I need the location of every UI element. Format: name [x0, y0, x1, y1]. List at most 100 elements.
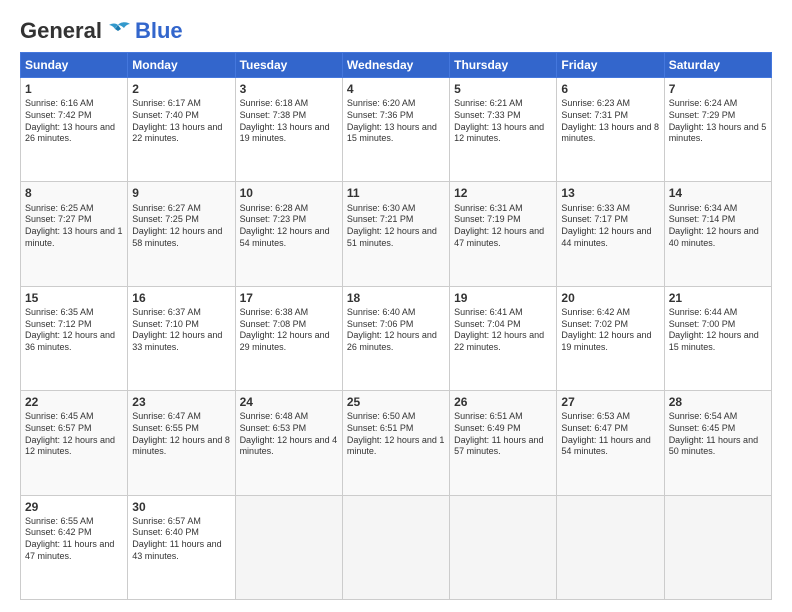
day-info: Sunrise: 6:53 AMSunset: 6:47 PMDaylight:… — [561, 411, 659, 458]
table-cell: 4Sunrise: 6:20 AMSunset: 7:36 PMDaylight… — [342, 78, 449, 182]
table-cell: 19Sunrise: 6:41 AMSunset: 7:04 PMDayligh… — [450, 286, 557, 390]
day-info: Sunrise: 6:18 AMSunset: 7:38 PMDaylight:… — [240, 98, 338, 145]
day-info: Sunrise: 6:55 AMSunset: 6:42 PMDaylight:… — [25, 516, 123, 563]
table-cell: 13 Sunrise: 6:33 AMSunset: 7:17 PMDayligh… — [557, 182, 664, 286]
header-friday: Friday — [557, 53, 664, 78]
day-number: 2 — [132, 81, 230, 97]
logo-text: General — [20, 18, 132, 44]
day-number: 15 — [25, 290, 123, 306]
table-cell: 25Sunrise: 6:50 AMSunset: 6:51 PMDayligh… — [342, 391, 449, 495]
day-number: 12 — [454, 185, 552, 201]
day-number: 28 — [669, 394, 767, 410]
day-number: 11 — [347, 185, 445, 201]
table-cell — [235, 495, 342, 599]
day-number: 16 — [132, 290, 230, 306]
day-info: Sunrise: 6:35 AMSunset: 7:12 PMDaylight:… — [25, 307, 123, 354]
day-info: Sunrise: 6:37 AMSunset: 7:10 PMDaylight:… — [132, 307, 230, 354]
day-info: Sunrise: 6:21 AMSunset: 7:33 PMDaylight:… — [454, 98, 552, 145]
day-number: 14 — [669, 185, 767, 201]
table-cell: 22Sunrise: 6:45 AMSunset: 6:57 PMDayligh… — [21, 391, 128, 495]
table-cell: 20Sunrise: 6:42 AMSunset: 7:02 PMDayligh… — [557, 286, 664, 390]
day-info: Sunrise: 6:28 AMSunset: 7:23 PMDaylight:… — [240, 203, 338, 250]
header-thursday: Thursday — [450, 53, 557, 78]
day-info: Sunrise: 6:45 AMSunset: 6:57 PMDaylight:… — [25, 411, 123, 458]
table-cell: 30Sunrise: 6:57 AMSunset: 6:40 PMDayligh… — [128, 495, 235, 599]
day-info: Sunrise: 6:54 AMSunset: 6:45 PMDaylight:… — [669, 411, 767, 458]
day-info: Sunrise: 6:50 AMSunset: 6:51 PMDaylight:… — [347, 411, 445, 458]
logo-bird-icon — [104, 21, 132, 41]
table-cell — [557, 495, 664, 599]
day-info: Sunrise: 6:25 AMSunset: 7:27 PMDaylight:… — [25, 203, 123, 250]
day-number: 7 — [669, 81, 767, 97]
table-cell: 7Sunrise: 6:24 AMSunset: 7:29 PMDaylight… — [664, 78, 771, 182]
day-number: 22 — [25, 394, 123, 410]
day-number: 19 — [454, 290, 552, 306]
table-cell: 11 Sunrise: 6:30 AMSunset: 7:21 PMDayligh… — [342, 182, 449, 286]
day-number: 17 — [240, 290, 338, 306]
day-info: Sunrise: 6:47 AMSunset: 6:55 PMDaylight:… — [132, 411, 230, 458]
day-number: 25 — [347, 394, 445, 410]
header-saturday: Saturday — [664, 53, 771, 78]
day-info: Sunrise: 6:38 AMSunset: 7:08 PMDaylight:… — [240, 307, 338, 354]
header-monday: Monday — [128, 53, 235, 78]
day-number: 24 — [240, 394, 338, 410]
table-cell — [450, 495, 557, 599]
day-info: Sunrise: 6:31 AMSunset: 7:19 PMDaylight:… — [454, 203, 552, 250]
day-info: Sunrise: 6:17 AMSunset: 7:40 PMDaylight:… — [132, 98, 230, 145]
table-cell: 8 Sunrise: 6:25 AMSunset: 7:27 PMDaylight… — [21, 182, 128, 286]
blue-text: Blue — [135, 18, 183, 44]
day-info: Sunrise: 6:42 AMSunset: 7:02 PMDaylight:… — [561, 307, 659, 354]
day-number: 13 — [561, 185, 659, 201]
calendar-header-row: Sunday Monday Tuesday Wednesday Thursday… — [21, 53, 772, 78]
day-number: 29 — [25, 499, 123, 515]
day-info: Sunrise: 6:16 AMSunset: 7:42 PMDaylight:… — [25, 98, 123, 145]
day-number: 6 — [561, 81, 659, 97]
table-cell — [664, 495, 771, 599]
day-number: 27 — [561, 394, 659, 410]
table-cell: 14Sunrise: 6:34 AMSunset: 7:14 PMDayligh… — [664, 182, 771, 286]
table-cell: 21Sunrise: 6:44 AMSunset: 7:00 PMDayligh… — [664, 286, 771, 390]
table-cell: 26Sunrise: 6:51 AMSunset: 6:49 PMDayligh… — [450, 391, 557, 495]
header-tuesday: Tuesday — [235, 53, 342, 78]
table-cell: 5Sunrise: 6:21 AMSunset: 7:33 PMDaylight… — [450, 78, 557, 182]
day-info: Sunrise: 6:23 AMSunset: 7:31 PMDaylight:… — [561, 98, 659, 145]
table-cell: 2Sunrise: 6:17 AMSunset: 7:40 PMDaylight… — [128, 78, 235, 182]
header-wednesday: Wednesday — [342, 53, 449, 78]
table-cell: 9 Sunrise: 6:27 AMSunset: 7:25 PMDaylight… — [128, 182, 235, 286]
day-number: 18 — [347, 290, 445, 306]
day-number: 20 — [561, 290, 659, 306]
table-cell: 3Sunrise: 6:18 AMSunset: 7:38 PMDaylight… — [235, 78, 342, 182]
day-number: 1 — [25, 81, 123, 97]
day-number: 5 — [454, 81, 552, 97]
day-number: 4 — [347, 81, 445, 97]
day-info: Sunrise: 6:48 AMSunset: 6:53 PMDaylight:… — [240, 411, 338, 458]
day-info: Sunrise: 6:41 AMSunset: 7:04 PMDaylight:… — [454, 307, 552, 354]
day-info: Sunrise: 6:40 AMSunset: 7:06 PMDaylight:… — [347, 307, 445, 354]
day-number: 8 — [25, 185, 123, 201]
table-cell: 6Sunrise: 6:23 AMSunset: 7:31 PMDaylight… — [557, 78, 664, 182]
day-number: 26 — [454, 394, 552, 410]
table-cell: 15Sunrise: 6:35 AMSunset: 7:12 PMDayligh… — [21, 286, 128, 390]
day-number: 30 — [132, 499, 230, 515]
calendar-table: Sunday Monday Tuesday Wednesday Thursday… — [20, 52, 772, 600]
table-cell: 28Sunrise: 6:54 AMSunset: 6:45 PMDayligh… — [664, 391, 771, 495]
day-info: Sunrise: 6:30 AMSunset: 7:21 PMDaylight:… — [347, 203, 445, 250]
table-cell: 16Sunrise: 6:37 AMSunset: 7:10 PMDayligh… — [128, 286, 235, 390]
table-cell: 10 Sunrise: 6:28 AMSunset: 7:23 PMDayligh… — [235, 182, 342, 286]
day-number: 23 — [132, 394, 230, 410]
table-cell: 23Sunrise: 6:47 AMSunset: 6:55 PMDayligh… — [128, 391, 235, 495]
day-number: 10 — [240, 185, 338, 201]
day-info: Sunrise: 6:27 AMSunset: 7:25 PMDaylight:… — [132, 203, 230, 250]
day-info: Sunrise: 6:51 AMSunset: 6:49 PMDaylight:… — [454, 411, 552, 458]
table-cell: 29Sunrise: 6:55 AMSunset: 6:42 PMDayligh… — [21, 495, 128, 599]
day-info: Sunrise: 6:33 AMSunset: 7:17 PMDaylight:… — [561, 203, 659, 250]
table-cell: 24Sunrise: 6:48 AMSunset: 6:53 PMDayligh… — [235, 391, 342, 495]
general-text: General — [20, 18, 102, 44]
logo: General Blue — [20, 18, 183, 44]
table-cell: 27Sunrise: 6:53 AMSunset: 6:47 PMDayligh… — [557, 391, 664, 495]
day-info: Sunrise: 6:24 AMSunset: 7:29 PMDaylight:… — [669, 98, 767, 145]
table-cell: 12 Sunrise: 6:31 AMSunset: 7:19 PMDayligh… — [450, 182, 557, 286]
day-number: 9 — [132, 185, 230, 201]
day-number: 3 — [240, 81, 338, 97]
day-number: 21 — [669, 290, 767, 306]
